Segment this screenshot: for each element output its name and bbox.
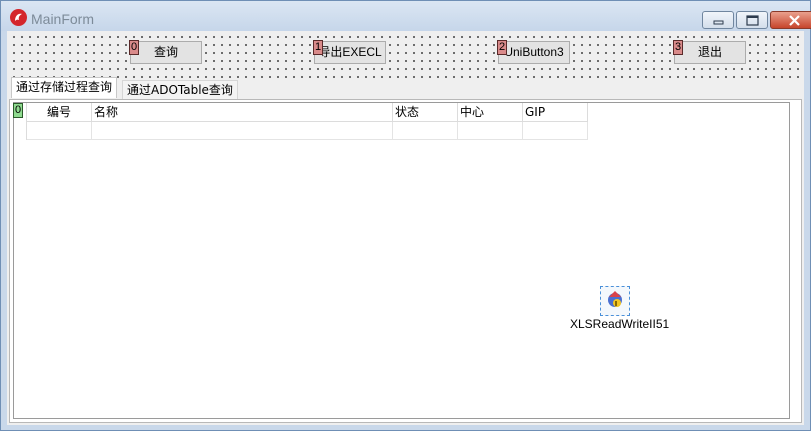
maximize-button[interactable]	[736, 11, 768, 29]
unibutton3-button[interactable]: UniButton3	[498, 41, 570, 64]
grid-cell[interactable]	[458, 122, 523, 140]
window-title: MainForm	[31, 11, 95, 27]
export-excel-button-label: 导出EXECL	[318, 45, 382, 59]
tab-order-tag: 0	[13, 103, 23, 118]
component-label: XLSReadWriteII51	[570, 317, 670, 331]
title-bar[interactable]: MainForm	[1, 1, 811, 31]
tab-order-tag: 1	[313, 40, 323, 55]
grid-cell[interactable]	[393, 122, 458, 140]
app-logo-icon	[10, 9, 27, 26]
unibutton3-button-label: UniButton3	[504, 45, 564, 59]
data-grid[interactable]: 0 编号 名称 状态 中心 GIP XLSReadWriteII51	[13, 102, 790, 419]
grid-cell[interactable]	[27, 122, 92, 140]
query-button-label: 查询	[153, 45, 178, 59]
tab-adotable-query[interactable]: 通过ADOTable查询	[122, 80, 238, 99]
maximize-icon	[746, 15, 759, 26]
query-button[interactable]: 查询	[130, 41, 202, 64]
exit-button-label: 退出	[697, 45, 722, 59]
close-button[interactable]	[770, 11, 811, 29]
export-excel-button[interactable]: 导出EXECL	[314, 41, 386, 64]
column-header-status[interactable]: 状态	[393, 103, 458, 122]
column-header-id[interactable]: 编号	[27, 103, 92, 122]
close-icon	[789, 15, 800, 26]
xls-component-icon[interactable]	[600, 286, 630, 316]
column-header-center[interactable]: 中心	[458, 103, 523, 122]
column-header-name[interactable]: 名称	[92, 103, 393, 122]
exit-button[interactable]: 退出	[674, 41, 746, 64]
tab-stored-procedure-query[interactable]: 通过存储过程查询	[11, 77, 118, 98]
grid-cell[interactable]	[92, 122, 393, 140]
tab-order-tag: 2	[497, 40, 507, 55]
tab-panel: 0 编号 名称 状态 中心 GIP XLSReadWriteII51	[9, 99, 802, 423]
tab-order-tag: 3	[673, 40, 683, 55]
column-header-gip[interactable]: GIP	[523, 103, 588, 122]
form-client-area: 查询 0 导出EXECL 1 UniButton3 2 退出 3 通过存储过程查…	[7, 31, 804, 425]
grid-cell[interactable]	[523, 122, 588, 140]
page-control-tabs: 通过存储过程查询 通过ADOTable查询	[9, 77, 802, 99]
main-window: MainForm 查询 0 导出EXECL 1 UniButton3 2 退出 …	[0, 0, 811, 431]
minimize-icon	[713, 20, 724, 25]
tab-order-tag: 0	[129, 40, 139, 55]
minimize-button[interactable]	[702, 11, 734, 29]
